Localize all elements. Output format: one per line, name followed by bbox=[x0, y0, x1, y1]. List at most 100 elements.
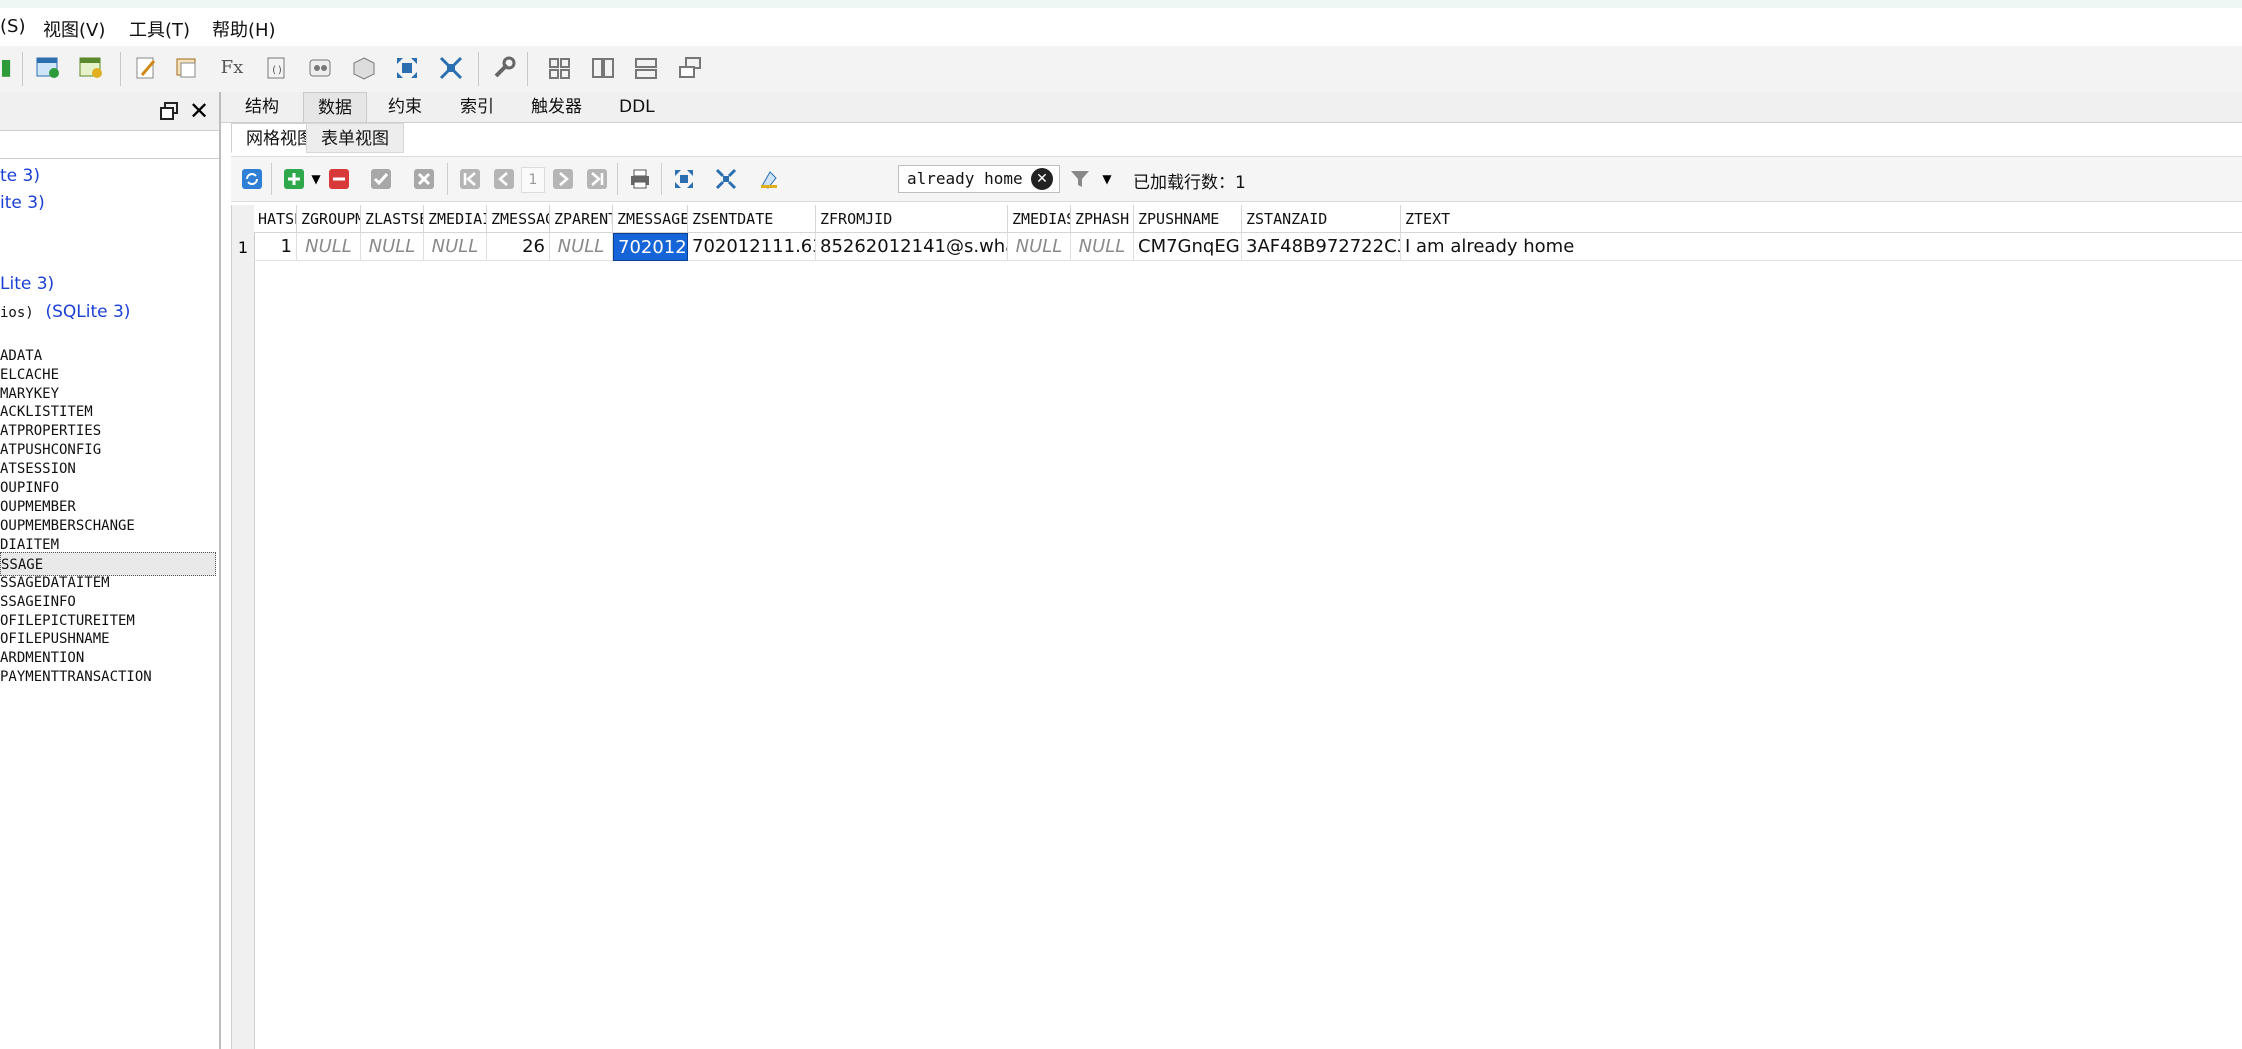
grid-cell[interactable]: I am already home bbox=[1401, 233, 2242, 261]
grid-cell-null[interactable]: NULL bbox=[1008, 233, 1071, 261]
column-header[interactable]: ZGROUPMEM bbox=[297, 205, 361, 233]
procedure-icon[interactable]: () bbox=[262, 54, 290, 82]
print-icon[interactable] bbox=[627, 167, 653, 191]
column-header[interactable]: ZMEDIASEC bbox=[1008, 205, 1071, 233]
data-grid: 1 HATSESS ZGROUPMEM ZLASTSESS ZMEDIAITE … bbox=[231, 205, 2242, 1049]
row-header-column bbox=[232, 205, 255, 1049]
chevron-down-icon[interactable]: ▼ bbox=[1094, 167, 1120, 191]
object-icon[interactable] bbox=[350, 54, 378, 82]
grid-cell[interactable]: CM7GnqEGIAA= bbox=[1134, 233, 1242, 261]
column-header[interactable]: ZMEDIAITE bbox=[424, 205, 487, 233]
expand-icon[interactable] bbox=[393, 54, 421, 82]
wrench-icon[interactable] bbox=[490, 54, 518, 82]
function-icon[interactable]: Fx bbox=[218, 54, 246, 82]
row-number[interactable]: 1 bbox=[232, 233, 254, 261]
grid-cell[interactable]: 3AF48B972722C32C3E4A bbox=[1242, 233, 1401, 261]
tab-indexes[interactable]: 索引 bbox=[446, 92, 508, 122]
clear-filter-button[interactable]: ✕ bbox=[1031, 168, 1053, 190]
column-header[interactable]: ZTEXT bbox=[1401, 205, 2242, 233]
layout-grid-icon[interactable] bbox=[546, 54, 574, 82]
grid-cell-null[interactable]: NULL bbox=[297, 233, 361, 261]
toolbar-separator bbox=[447, 163, 448, 195]
collapse-all-icon[interactable] bbox=[713, 167, 739, 191]
tab-data[interactable]: 数据 bbox=[303, 92, 367, 122]
column-header[interactable]: ZFROMJID bbox=[816, 205, 1008, 233]
tree-database-2[interactable]: ite 3) bbox=[0, 193, 45, 213]
column-header[interactable]: ZPARENTME bbox=[550, 205, 613, 233]
expand-all-icon[interactable] bbox=[671, 167, 697, 191]
tree-table-item[interactable]: PAYMENTTRANSACTION bbox=[0, 665, 216, 689]
collapse-icon[interactable] bbox=[437, 54, 465, 82]
main-toolbar: ▮ Fx () bbox=[0, 46, 2242, 93]
menu-item-help[interactable]: 帮助(H) bbox=[212, 16, 276, 42]
page-number[interactable]: 1 bbox=[521, 167, 545, 193]
tree-database-3[interactable]: Lite 3) bbox=[0, 274, 54, 294]
grid-cell-null[interactable]: NULL bbox=[550, 233, 613, 261]
tree-database-1[interactable]: te 3) bbox=[0, 166, 40, 186]
tab-form-view[interactable]: 表单视图 bbox=[306, 123, 404, 153]
grid-cell-selected[interactable]: 702012110 bbox=[613, 233, 688, 261]
tree-filter-input[interactable] bbox=[0, 132, 219, 159]
connect-icon[interactable]: ▮ bbox=[0, 54, 20, 82]
column-header[interactable]: ZMESSAGEDAT bbox=[613, 205, 688, 233]
toolbar-separator bbox=[661, 163, 662, 195]
grid-cell[interactable]: 702012111.6379331 bbox=[688, 233, 816, 261]
grid-cell-null[interactable]: NULL bbox=[424, 233, 487, 261]
view-icon[interactable] bbox=[306, 54, 334, 82]
loaded-rows-count: 已加载行数：1 bbox=[1133, 173, 1246, 193]
import-table-icon[interactable] bbox=[77, 54, 105, 82]
layout-rows-icon[interactable] bbox=[632, 54, 660, 82]
restore-panel-icon[interactable] bbox=[159, 101, 179, 121]
close-icon[interactable]: ✕ bbox=[189, 99, 211, 123]
quick-filter-input[interactable]: already home ✕ bbox=[898, 165, 1060, 193]
grid-cell[interactable]: 26 bbox=[487, 233, 550, 261]
tab-triggers[interactable]: 触发器 bbox=[517, 92, 596, 122]
cascade-windows-icon[interactable] bbox=[676, 54, 704, 82]
column-header[interactable]: ZSTANZAID bbox=[1242, 205, 1401, 233]
next-page-icon[interactable] bbox=[550, 167, 576, 191]
layout-columns-icon[interactable] bbox=[589, 54, 617, 82]
menu-item-tools[interactable]: 工具(T) bbox=[129, 16, 190, 42]
toolbar-separator bbox=[527, 52, 528, 86]
new-table-icon[interactable] bbox=[34, 54, 62, 82]
grid-cell[interactable]: 85262012141@s.whatsapp.net bbox=[816, 233, 1008, 261]
refresh-icon[interactable] bbox=[239, 167, 265, 191]
table-editor: 结构 数据 约束 索引 触发器 DDL 网格视图 表单视图 ▼ 1 alread… bbox=[221, 92, 2242, 1049]
menu-bar: (S) 视图(V) 工具(T) 帮助(H) bbox=[0, 8, 2242, 46]
grid-cell-null[interactable]: NULL bbox=[1071, 233, 1134, 261]
title-bar bbox=[0, 0, 2242, 8]
filter-icon[interactable] bbox=[1067, 167, 1093, 191]
column-header[interactable]: ZSENTDATE bbox=[688, 205, 816, 233]
grid-cell-null[interactable]: NULL bbox=[361, 233, 424, 261]
grid-cell[interactable]: 1 bbox=[254, 233, 297, 261]
toolbar-separator bbox=[120, 52, 121, 86]
prev-page-icon[interactable] bbox=[491, 167, 517, 191]
toolbar-separator bbox=[271, 163, 272, 195]
query-builder-icon[interactable] bbox=[173, 54, 201, 82]
edit-sql-icon[interactable] bbox=[132, 54, 160, 82]
column-header[interactable]: ZPHASH bbox=[1071, 205, 1134, 233]
editor-tabs: 结构 数据 约束 索引 触发器 DDL bbox=[221, 92, 2242, 123]
svg-text:(): () bbox=[271, 65, 283, 76]
menu-item-view[interactable]: 视图(V) bbox=[43, 16, 105, 42]
first-page-icon[interactable] bbox=[457, 167, 483, 191]
tab-ddl[interactable]: DDL bbox=[605, 92, 669, 122]
column-header[interactable]: ZPUSHNAME bbox=[1134, 205, 1242, 233]
tab-constraints[interactable]: 约束 bbox=[374, 92, 436, 122]
commit-icon[interactable] bbox=[368, 167, 394, 191]
rollback-icon[interactable] bbox=[411, 167, 437, 191]
column-header[interactable]: ZLASTSESS bbox=[361, 205, 424, 233]
panel-header: ✕ bbox=[0, 92, 219, 131]
delete-row-icon[interactable] bbox=[326, 167, 352, 191]
toolbar-separator bbox=[478, 52, 479, 86]
tree-database-4-prefix: ios) bbox=[0, 305, 34, 321]
column-header[interactable]: ZMESSAGEI bbox=[487, 205, 550, 233]
menu-item-s[interactable]: (S) bbox=[0, 16, 25, 37]
toolbar-separator bbox=[617, 163, 618, 195]
column-header[interactable]: HATSESS bbox=[254, 205, 297, 233]
last-page-icon[interactable] bbox=[584, 167, 610, 191]
view-tabs: 网格视图 表单视图 bbox=[231, 123, 2242, 153]
clear-filter-icon[interactable] bbox=[756, 167, 782, 191]
tree-database-4[interactable]: ios) (SQLite 3) bbox=[0, 301, 130, 322]
tab-structure[interactable]: 结构 bbox=[231, 92, 293, 122]
